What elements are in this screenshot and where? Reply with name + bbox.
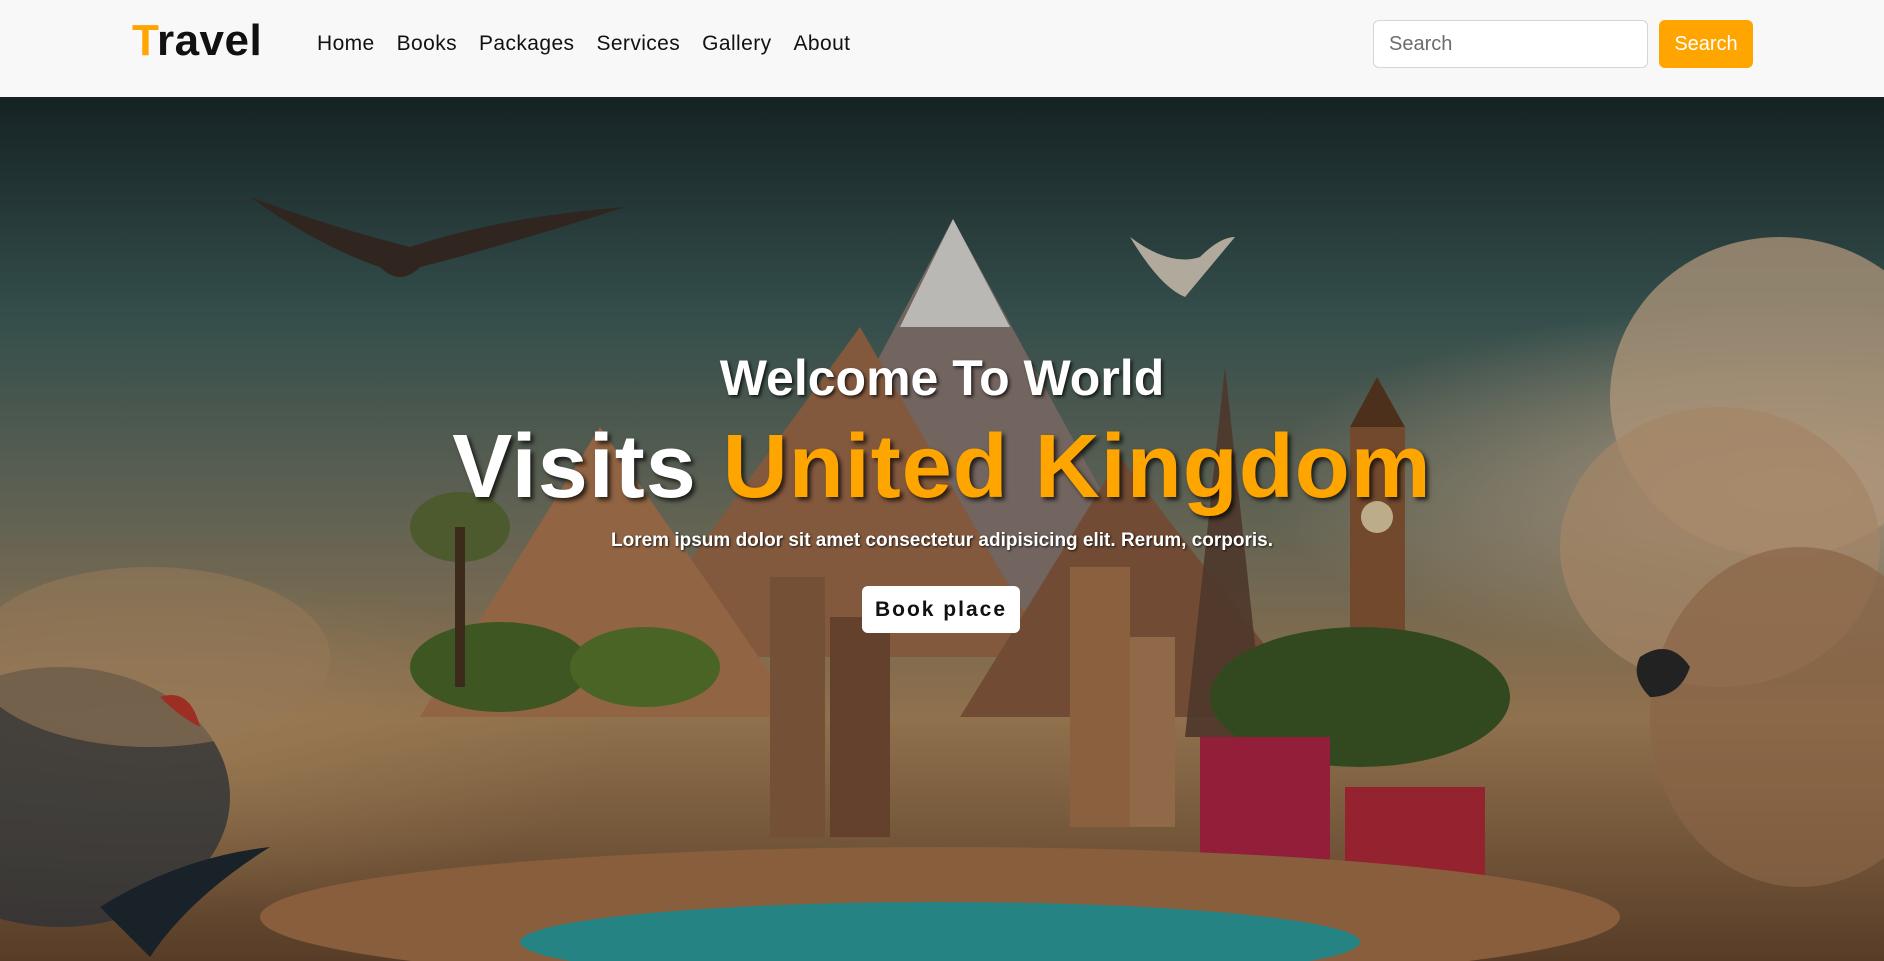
- search-button[interactable]: Search: [1659, 20, 1753, 68]
- nav-link-gallery[interactable]: Gallery: [691, 30, 782, 58]
- main-nav: Home Books Packages Services Gallery Abo…: [317, 30, 861, 58]
- hero-subtitle: Welcome To World: [719, 350, 1165, 406]
- brand-logo-initial: T: [132, 16, 157, 65]
- search-input[interactable]: [1373, 20, 1648, 68]
- hero-headline-accent: United Kingdom: [722, 417, 1432, 517]
- hero-headline: Visits United Kingdom: [0, 417, 1884, 517]
- nav-link-books[interactable]: Books: [386, 30, 468, 58]
- hero-section: Welcome To World Visits United Kingdom L…: [0, 97, 1884, 961]
- book-place-button[interactable]: Book place: [862, 586, 1020, 633]
- hero-description: Lorem ipsum dolor sit amet consectetur a…: [611, 530, 1273, 551]
- nav-link-packages[interactable]: Packages: [468, 30, 585, 58]
- nav-link-home[interactable]: Home: [317, 30, 386, 58]
- brand-logo[interactable]: Travel: [132, 18, 262, 64]
- navbar: Travel Home Books Packages Services Gall…: [0, 0, 1884, 97]
- nav-link-services[interactable]: Services: [585, 30, 691, 58]
- nav-link-about[interactable]: About: [783, 30, 862, 58]
- hero-headline-prefix: Visits: [452, 417, 723, 517]
- brand-logo-rest: ravel: [156, 16, 263, 65]
- hero-overlay: [0, 97, 1884, 961]
